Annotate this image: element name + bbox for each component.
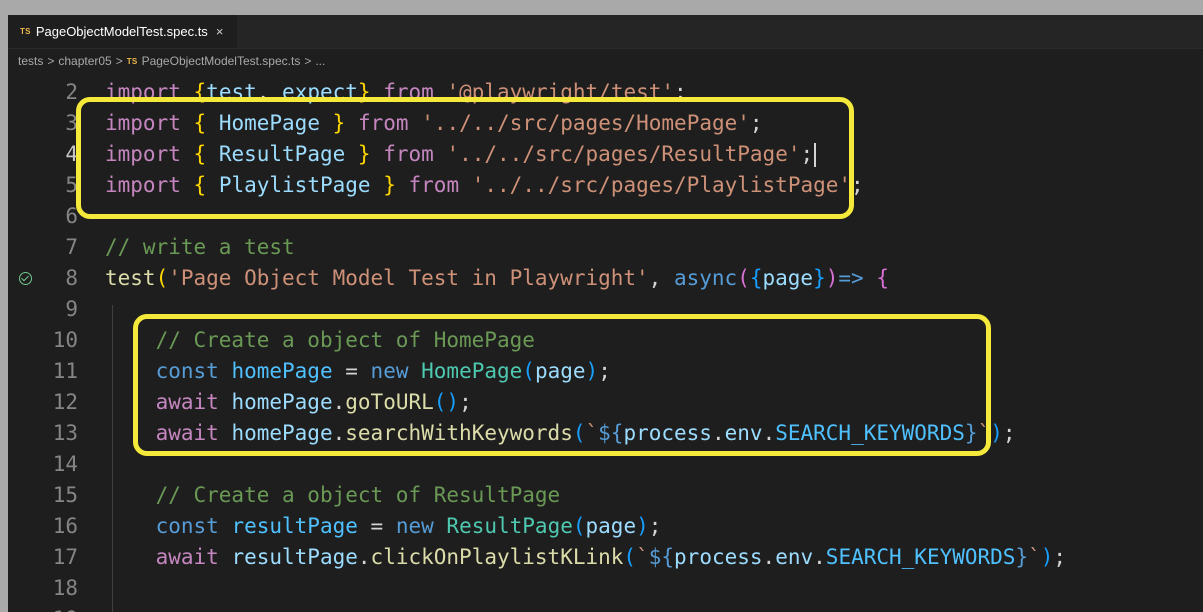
code-token: ( <box>623 545 637 569</box>
code-token: = <box>357 514 396 538</box>
code-token: ) <box>990 421 1003 445</box>
code-token: page <box>585 514 637 538</box>
code-token: SEARCH_KEYWORDS <box>825 545 1016 569</box>
line-number: 15 <box>52 483 78 507</box>
line-number: 4 <box>65 142 78 166</box>
line-number: 11 <box>52 359 78 383</box>
code-token: . <box>813 545 826 569</box>
code-token: ; <box>1002 421 1016 445</box>
line-number: 5 <box>65 173 78 197</box>
line-number: 13 <box>52 421 78 445</box>
code-line[interactable]: 19 <box>8 604 1203 612</box>
imports-highlight-box <box>76 97 854 219</box>
line-number: 9 <box>65 297 78 321</box>
code-token: env <box>775 545 814 569</box>
code-token: => <box>838 266 864 290</box>
code-token: { <box>749 266 763 290</box>
test-passed-check-icon[interactable] <box>19 272 32 285</box>
line-number: 18 <box>52 576 78 600</box>
line-number: 19 <box>8 604 78 612</box>
code-line[interactable]: 18 <box>8 573 1203 604</box>
code-text: test('Page Object Model Test in Playwrig… <box>105 263 889 294</box>
code-line[interactable]: 15 // Create a object of ResultPage <box>8 480 1203 511</box>
code-token: ` <box>636 545 649 569</box>
code-token: . <box>357 545 371 569</box>
code-token: ${ <box>648 545 675 569</box>
code-token: ResultPage <box>446 514 573 538</box>
code-token: test <box>105 266 156 290</box>
line-number: 14 <box>52 452 78 476</box>
code-token: clickOnPlaylistKLink <box>370 545 624 569</box>
code-token: ( <box>737 266 750 290</box>
code-token: ) <box>1040 545 1054 569</box>
line-number: 10 <box>52 328 78 352</box>
code-token: ; <box>1053 545 1067 569</box>
code-token: , <box>648 266 674 290</box>
code-token: page <box>762 266 814 290</box>
code-line[interactable]: 8 test('Page Object Model Test in Playwri… <box>8 263 1203 294</box>
code-token: ) <box>636 514 649 538</box>
code-token: ( <box>155 266 169 290</box>
line-number: 6 <box>65 204 78 228</box>
code-token: 'Page Object Model Test in Playwright' <box>168 266 649 290</box>
code-token: async <box>673 266 738 290</box>
code-token: ; <box>648 514 662 538</box>
code-token: resultPage <box>231 514 358 538</box>
code-text: const resultPage = new ResultPage(page); <box>105 511 662 542</box>
code-token: process <box>674 545 763 569</box>
line-number: 17 <box>52 545 78 569</box>
code-token: . <box>762 545 776 569</box>
code-line[interactable]: 17 await resultPage.clickOnPlaylistKLink… <box>8 542 1203 573</box>
code-token: ( <box>572 514 586 538</box>
code-line[interactable]: 16 const resultPage = new ResultPage(pag… <box>8 511 1203 542</box>
line-number: 2 <box>65 80 78 104</box>
code-token: new <box>395 514 434 538</box>
line-number: 7 <box>65 235 78 259</box>
code-token: ) <box>825 266 839 290</box>
code-token: // write a test <box>105 235 295 259</box>
code-token: } <box>1015 545 1029 569</box>
code-text: await resultPage.clickOnPlaylistKLink(`$… <box>105 542 1067 573</box>
code-token: // Create a object of ResultPage <box>155 483 561 507</box>
code-text: // write a test <box>105 232 295 263</box>
code-token: } <box>813 266 826 290</box>
homepage-code-highlight-box <box>133 314 991 456</box>
code-token: const <box>155 514 219 538</box>
line-number: 16 <box>52 514 78 538</box>
editor-window: TS PageObjectModelTest.spec.ts × tests >… <box>8 15 1203 612</box>
code-token: { <box>876 266 889 290</box>
line-number: 3 <box>65 111 78 135</box>
code-token: ` <box>1028 545 1041 569</box>
code-token: await <box>155 545 219 569</box>
code-line[interactable]: 7 // write a test <box>8 232 1203 263</box>
line-number: 12 <box>52 390 78 414</box>
code-token: resultPage <box>231 545 358 569</box>
code-text: // Create a object of ResultPage <box>105 480 561 511</box>
